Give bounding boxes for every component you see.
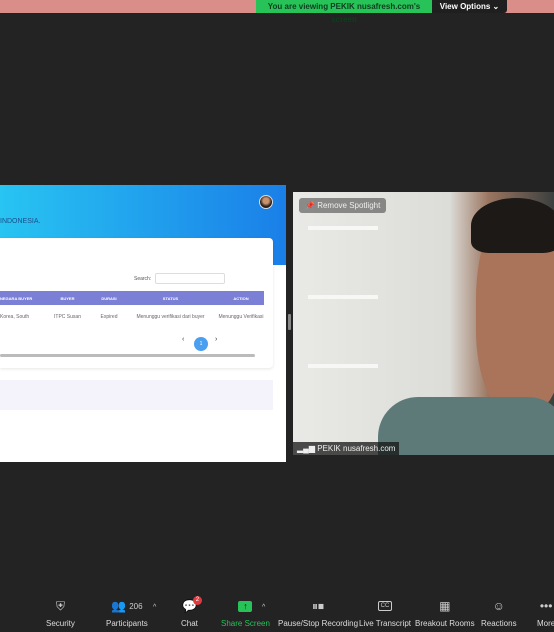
chat-button[interactable]: 💬 2 Chat <box>181 596 202 628</box>
shelf <box>308 226 378 230</box>
viewing-banner: You are viewing PEKIK nusafresh.com's sc… <box>256 0 432 24</box>
column-header[interactable]: ACTION <box>218 296 264 301</box>
participant-hair <box>471 198 554 253</box>
horizontal-scrollbar[interactable] <box>0 354 255 357</box>
shared-screen: INDONESIA. Search: NEGARA BUYER BUYER DU… <box>0 185 286 462</box>
meeting-toolbar: ⛨ Security 👥 206 Participants ^ 💬 2 Chat ↑ Sha… <box>0 596 554 632</box>
header-text: INDONESIA. <box>0 218 41 225</box>
recording-button[interactable]: ⏸⏹ Pause/Stop Recording <box>278 598 359 629</box>
ellipsis-icon: ••• <box>539 599 553 613</box>
video-tile: 📌 Remove Spotlight ▂▄▆ PEKIK nusafresh.c… <box>293 192 554 455</box>
search-label: Search: <box>134 276 152 282</box>
participant-name-tag: ▂▄▆ PEKIK nusafresh.com <box>293 442 400 455</box>
participant-shirt <box>378 397 554 455</box>
share-caret-icon[interactable]: ^ <box>262 604 265 611</box>
table-row: Korea, South ITPC Susan Expired Menunggu… <box>0 312 264 322</box>
column-header[interactable]: DURASI <box>95 296 123 301</box>
cell: Korea, South <box>0 314 30 320</box>
table-header: NEGARA BUYER BUYER DURASI STATUS ACTION <box>0 291 264 305</box>
participants-label: Participants <box>106 619 148 628</box>
chat-badge: 2 <box>192 596 202 605</box>
more-label: More <box>537 619 554 628</box>
smiley-icon: ☺ <box>492 599 505 613</box>
footer-panel <box>0 380 273 410</box>
split-handle[interactable] <box>288 314 291 330</box>
signal-icon: ▂▄▆ <box>297 444 318 453</box>
remove-spotlight-button[interactable]: 📌 Remove Spotlight <box>299 198 387 213</box>
more-button[interactable]: ••• More <box>537 598 554 628</box>
table-card: Search: NEGARA BUYER BUYER DURASI STATUS… <box>0 238 273 368</box>
chat-label: Chat <box>181 619 198 628</box>
participants-button[interactable]: 👥 206 Participants <box>106 598 148 628</box>
column-header[interactable]: NEGARA BUYER <box>0 296 40 301</box>
cc-icon: CC <box>377 598 393 614</box>
remove-spotlight-label: Remove Spotlight <box>317 201 381 210</box>
cell: Menunggu verifikasi dari buyer <box>136 314 205 320</box>
participants-caret-icon[interactable]: ^ <box>153 604 156 611</box>
share-screen-icon: ↑ <box>238 598 253 614</box>
participant-count: 206 <box>129 601 143 611</box>
breakout-label: Breakout Rooms <box>415 619 475 628</box>
share-screen-label: Share Screen <box>221 619 270 628</box>
search-input[interactable] <box>155 273 225 284</box>
security-button[interactable]: ⛨ Security <box>46 598 75 629</box>
reactions-label: Reactions <box>481 619 517 628</box>
column-header[interactable]: STATUS <box>123 296 218 301</box>
cell[interactable]: Menunggu Verifikasi <box>218 314 264 320</box>
avatar[interactable] <box>259 195 273 209</box>
pause-stop-icon: ⏸⏹ <box>312 598 325 613</box>
security-label: Security <box>46 619 75 628</box>
transcript-label: Live Transcript <box>359 619 412 628</box>
cell: Expired <box>100 314 118 320</box>
grid-icon: ▦ <box>439 599 451 613</box>
page-1-button[interactable]: 1 <box>194 337 208 351</box>
pin-icon: 📌 <box>305 201 318 210</box>
column-header[interactable]: BUYER <box>40 296 95 301</box>
live-transcript-button[interactable]: CC Live Transcript <box>359 598 411 628</box>
recording-label: Pause/Stop Recording <box>278 619 359 628</box>
breakout-rooms-button[interactable]: ▦ Breakout Rooms <box>415 598 475 628</box>
shelf <box>308 364 378 368</box>
cell: ITPC Susan <box>54 314 81 320</box>
reactions-button[interactable]: ☺ Reactions <box>481 598 517 628</box>
prev-page-button[interactable]: ‹ <box>182 336 184 343</box>
share-screen-button[interactable]: ↑ Share Screen <box>221 598 270 628</box>
shield-icon: ⛨ <box>55 598 65 613</box>
view-options-button[interactable]: View Options ⌄ <box>432 0 507 13</box>
shelf <box>308 295 378 299</box>
participant-name: PEKIK nusafresh.com <box>317 444 396 453</box>
participants-icon: 👥 206 <box>111 599 143 613</box>
next-page-button[interactable]: › <box>215 336 217 343</box>
chat-icon: 💬 2 <box>182 596 202 614</box>
